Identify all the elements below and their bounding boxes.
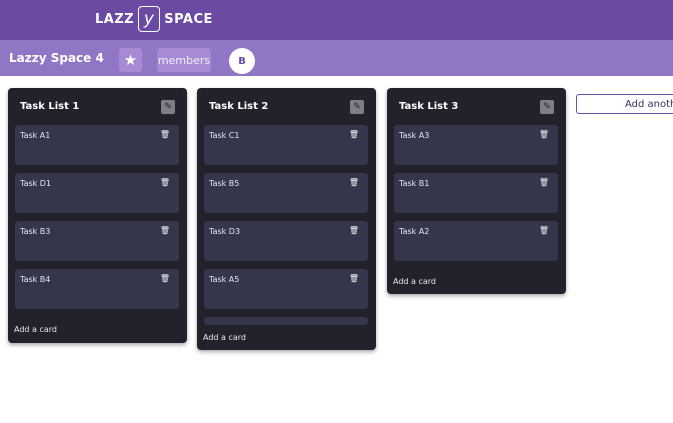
avatar[interactable]: B	[229, 48, 255, 74]
list-item[interactable]: Task B3 🗑	[15, 221, 179, 261]
trash-icon[interactable]: 🗑	[160, 274, 170, 283]
trash-icon[interactable]: 🗑	[539, 226, 549, 235]
task-list-3: Task List 3 ✎ Task A3 🗑 Task B1 🗑 Task A…	[387, 88, 566, 294]
trash-icon[interactable]: 🗑	[349, 274, 359, 283]
logo-mark-icon: y	[138, 6, 161, 32]
task-list-2: Task List 2 ✎ Task C1 🗑 Task B5 🗑 Task D…	[197, 88, 376, 350]
list-item[interactable]: Task B1 🗑	[394, 173, 558, 213]
add-card-button[interactable]: Add a card	[203, 333, 246, 342]
trash-icon[interactable]: 🗑	[539, 178, 549, 187]
trash-icon[interactable]: 🗑	[160, 226, 170, 235]
members-button[interactable]: members	[157, 48, 211, 72]
trash-icon[interactable]: 🗑	[349, 178, 359, 187]
card-title: Task A1	[20, 131, 51, 140]
edit-list-icon[interactable]: ✎	[350, 100, 364, 114]
add-card-button[interactable]: Add a card	[14, 325, 57, 334]
list-item-partial[interactable]	[204, 317, 368, 325]
trash-icon[interactable]: 🗑	[539, 130, 549, 139]
board-header: Lazzy Space 4	[0, 40, 673, 76]
card-title: Task C1	[209, 131, 240, 140]
task-list-1: Task List 1 ✎ Task A1 🗑 Task D1 🗑 Task B…	[8, 88, 187, 343]
list-item[interactable]: Task B4 🗑	[15, 269, 179, 309]
trash-icon[interactable]: 🗑	[349, 130, 359, 139]
list-title: Task List 3	[399, 101, 459, 112]
star-icon: ★	[123, 51, 138, 69]
trash-icon[interactable]: 🗑	[160, 178, 170, 187]
edit-list-icon[interactable]: ✎	[540, 100, 554, 114]
app-logo[interactable]: LAZZ y SPACE	[95, 4, 213, 34]
list-item[interactable]: Task A3 🗑	[394, 125, 558, 165]
edit-list-icon[interactable]: ✎	[161, 100, 175, 114]
card-title: Task B5	[209, 179, 240, 188]
card-title: Task B4	[20, 275, 51, 284]
list-item[interactable]: Task B5 🗑	[204, 173, 368, 213]
add-card-button[interactable]: Add a card	[393, 277, 436, 286]
trash-icon[interactable]: 🗑	[160, 130, 170, 139]
star-button[interactable]: ★	[119, 48, 142, 72]
list-item[interactable]: Task C1 🗑	[204, 125, 368, 165]
logo-text-right: SPACE	[164, 11, 213, 27]
card-title: Task A3	[399, 131, 430, 140]
list-item[interactable]: Task A5 🗑	[204, 269, 368, 309]
card-title: Task A2	[399, 227, 430, 236]
card-title: Task B1	[399, 179, 430, 188]
add-list-button[interactable]: Add another list	[576, 94, 673, 114]
list-title: Task List 1	[20, 101, 80, 112]
card-title: Task A5	[209, 275, 240, 284]
top-navbar: LAZZ y SPACE	[0, 0, 673, 40]
list-item[interactable]: Task D3 🗑	[204, 221, 368, 261]
list-title: Task List 2	[209, 101, 269, 112]
trash-icon[interactable]: 🗑	[349, 226, 359, 235]
card-title: Task D1	[20, 179, 52, 188]
list-item[interactable]: Task A1 🗑	[15, 125, 179, 165]
logo-text-left: LAZZ	[95, 11, 135, 27]
card-title: Task D3	[209, 227, 241, 236]
board-title: Lazzy Space 4	[9, 51, 104, 65]
list-item[interactable]: Task D1 🗑	[15, 173, 179, 213]
card-title: Task B3	[20, 227, 51, 236]
list-item[interactable]: Task A2 🗑	[394, 221, 558, 261]
